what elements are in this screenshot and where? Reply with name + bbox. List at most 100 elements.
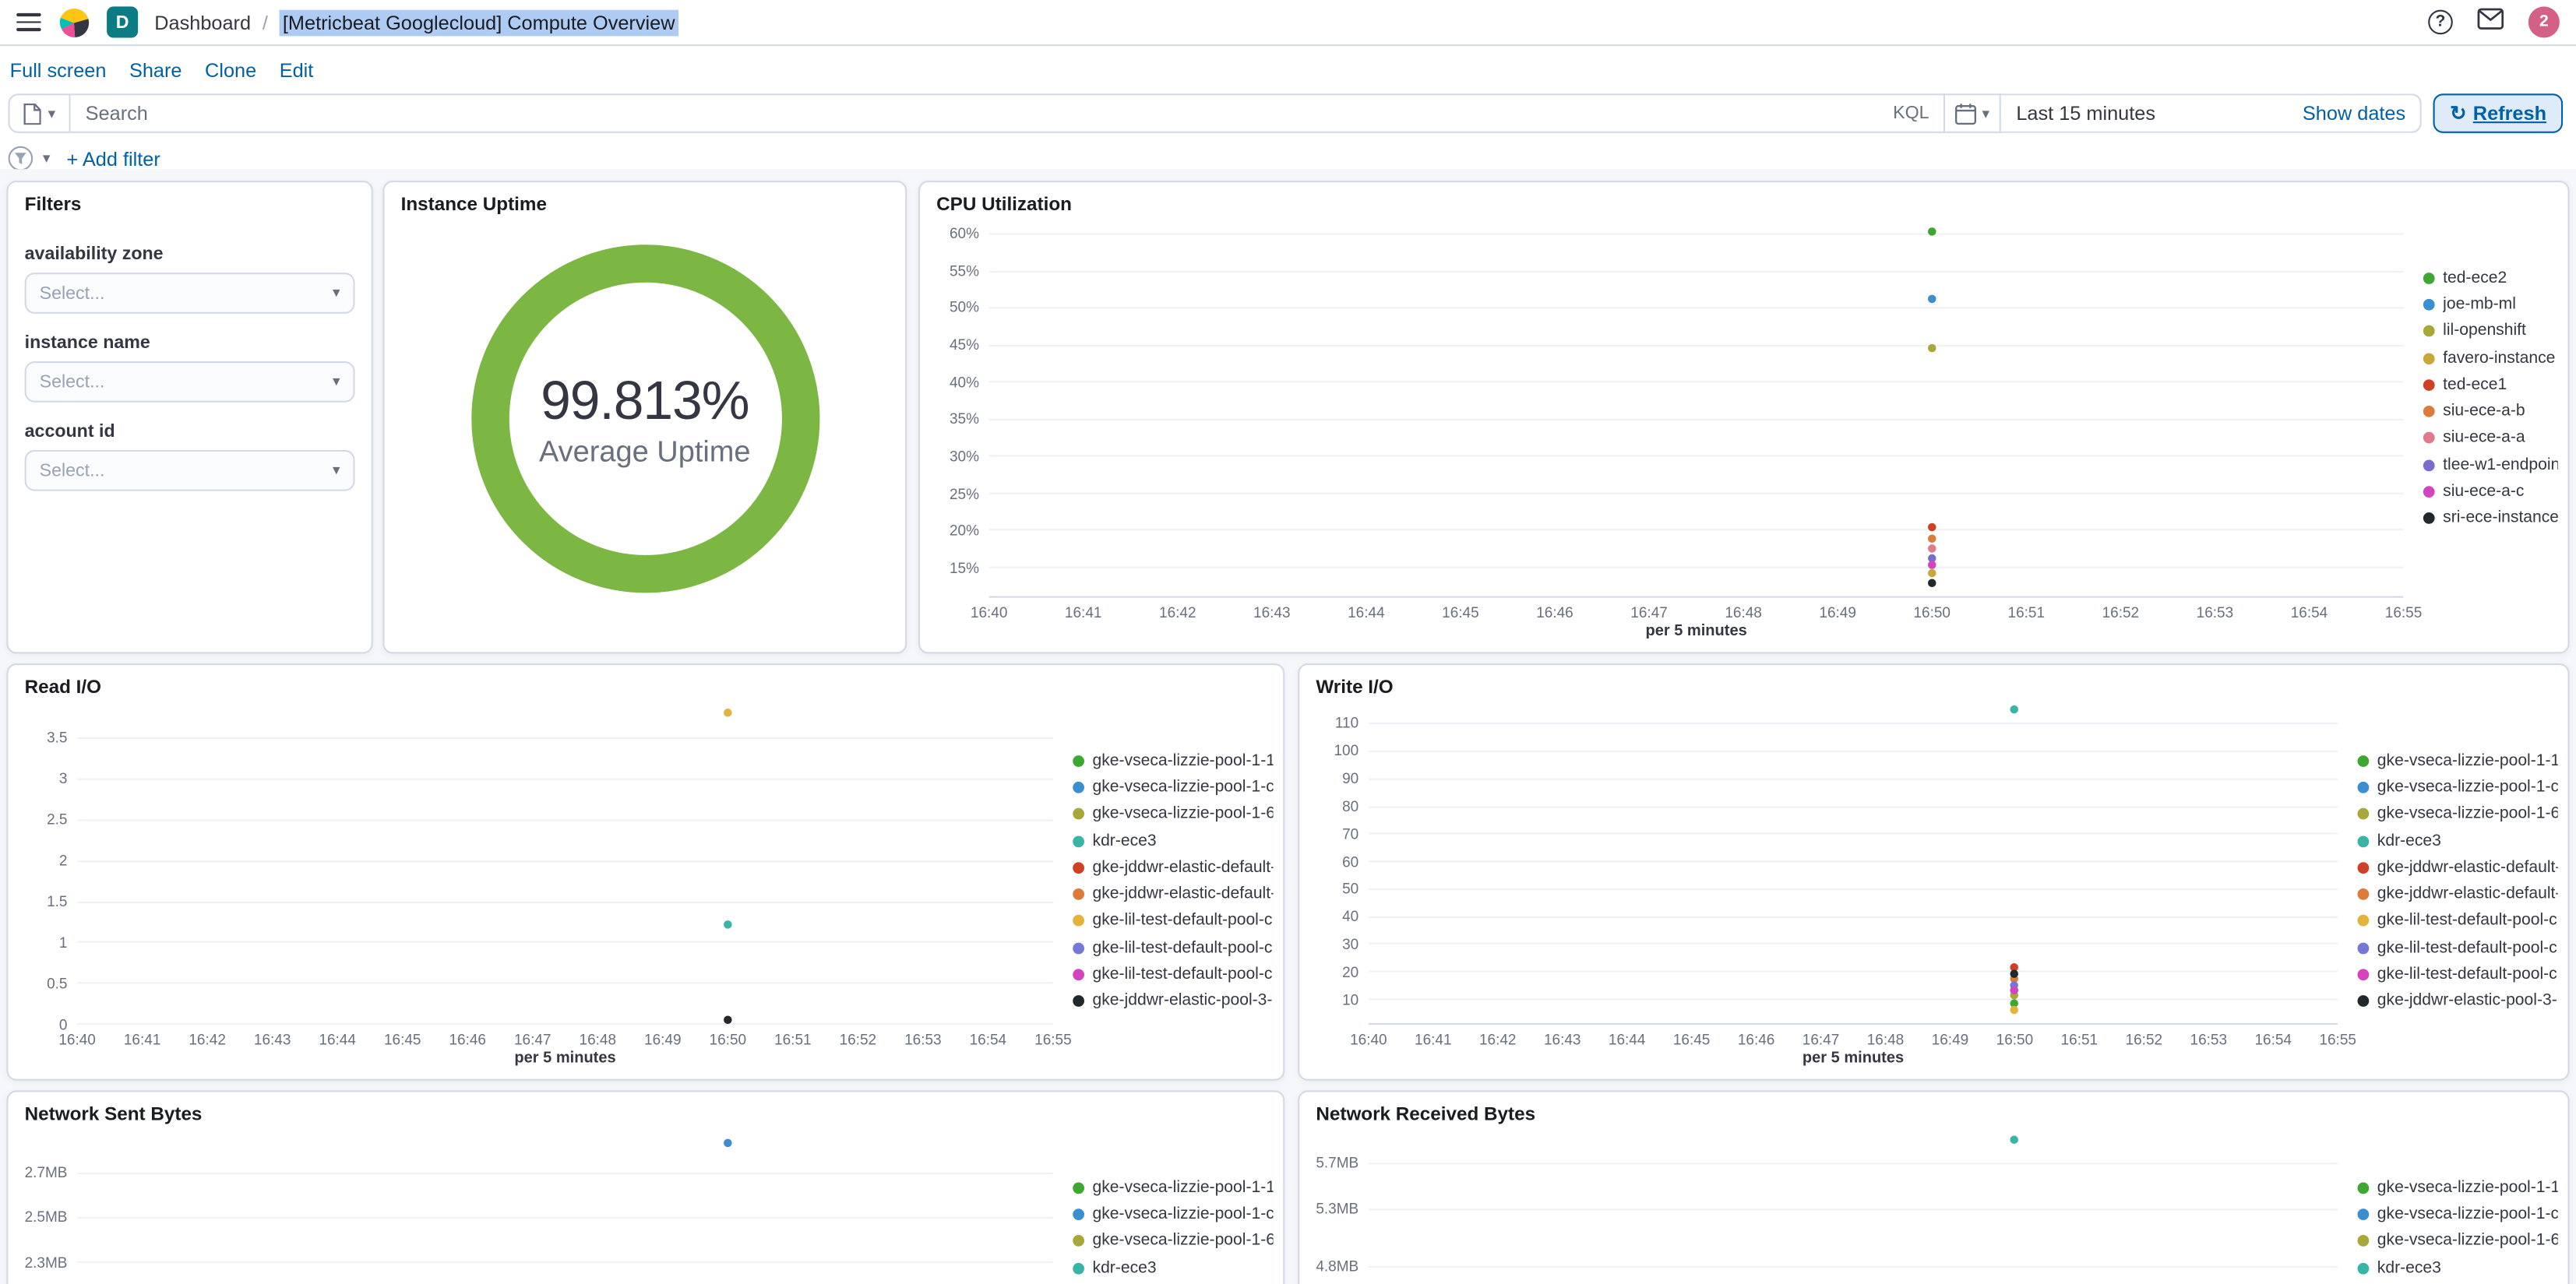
legend-item[interactable]: lil-openshift [2423, 318, 2558, 344]
legend-item[interactable]: gke-jddwr-elastic-default-po… [1073, 1281, 1273, 1284]
chart-plot-area[interactable] [1368, 1128, 2338, 1284]
gridline [988, 270, 2404, 273]
panel-cpu-utilization: CPU Utilization 60% 55% 50% 45% 40% 35% 30% 25%… [918, 180, 2570, 654]
legend-label: lil-openshift [2443, 322, 2526, 341]
menu-icon[interactable] [16, 13, 41, 31]
legend-item[interactable]: siu-ece-a-b [2423, 398, 2558, 424]
time-range-value[interactable]: Last 15 minutes [2016, 102, 2155, 125]
availability-zone-select[interactable]: Select... ▾ [24, 273, 355, 314]
legend-item[interactable]: gke-lil-test-default-pool-c1e… [2357, 908, 2558, 934]
query-language-button[interactable]: KQL [1893, 104, 1929, 123]
legend-item[interactable]: gke-vseca-lizzie-pool-1-630… [1073, 800, 1274, 827]
data-point [724, 921, 732, 930]
legend-item[interactable]: gke-vseca-lizzie-pool-1-1877… [1073, 1174, 1274, 1201]
legend-item[interactable]: gke-jddwr-elastic-pool-3-74… [1073, 988, 1274, 1015]
legend-item[interactable]: gke-lil-test-default-pool-c1e… [1073, 934, 1274, 961]
chart-plot-area[interactable] [1368, 702, 2338, 1025]
legend-item[interactable]: joe-mb-ml [2423, 291, 2558, 318]
legend-item[interactable]: gke-vseca-lizzie-pool-1-1877… [2357, 748, 2558, 774]
legend-label: gke-lil-test-default-pool-c1e… [2377, 938, 2558, 957]
edit-button[interactable]: Edit [280, 59, 314, 83]
saved-query-button[interactable]: ▾ [8, 93, 71, 133]
x-axis-tick: 16:43 [253, 1031, 291, 1048]
legend-item[interactable]: gke-jddwr-elastic-default-po… [2358, 1281, 2558, 1284]
y-axis-tick: 3 [58, 770, 68, 788]
full-screen-button[interactable]: Full screen [10, 59, 107, 83]
gridline [77, 819, 1053, 821]
legend-item[interactable]: gke-vseca-lizzie-pool-1-630… [2357, 800, 2558, 827]
y-axis-tick: 110 [1334, 715, 1359, 732]
x-axis-tick: 16:43 [1253, 604, 1291, 621]
legend-item[interactable]: kdr-ece3 [1073, 1254, 1273, 1281]
legend-item[interactable]: sri-ece-instance [2423, 505, 2558, 532]
user-avatar[interactable]: 2 [2528, 6, 2560, 38]
data-point [2010, 1135, 2019, 1144]
legend-dot [1073, 781, 1084, 793]
legend-item[interactable]: kdr-ece3 [2357, 828, 2558, 854]
space-avatar[interactable]: D [107, 6, 139, 38]
newsfeed-icon[interactable] [2477, 7, 2504, 37]
refresh-button[interactable]: ↻ Refresh [2433, 93, 2564, 133]
legend-item[interactable]: siu-ece-a-a [2423, 425, 2558, 452]
legend-item[interactable]: siu-ece-a-c [2423, 479, 2558, 505]
chart-plot-area[interactable] [77, 702, 1053, 1025]
help-icon[interactable]: ? [2428, 9, 2453, 35]
legend-label: gke-jddwr-elastic-pool-3-74… [1092, 992, 1274, 1011]
share-button[interactable]: Share [129, 59, 182, 83]
data-point [1927, 579, 1936, 587]
panel-read-io: Read I/O 3.5 3 2.5 2 1.5 1 0.5 0 16:40 16:41 16:4… [6, 663, 1285, 1081]
show-dates-button[interactable]: Show dates [2303, 102, 2405, 125]
legend-item[interactable]: gke-vseca-lizzie-pool-1-630… [1073, 1228, 1274, 1254]
legend-item[interactable]: gke-jddwr-elastic-default-po… [1073, 881, 1274, 907]
search-input[interactable] [85, 101, 1884, 125]
chart-plot-area[interactable] [77, 1128, 1053, 1284]
legend-item[interactable]: gke-vseca-lizzie-pool-1-c417… [1073, 774, 1274, 800]
legend-item[interactable]: gke-vseca-lizzie-pool-1-c417… [2357, 1201, 2558, 1227]
breadcrumb-dashboard[interactable]: Dashboard [154, 11, 251, 34]
legend-item[interactable]: ted-ece1 [2423, 371, 2558, 398]
legend-item[interactable]: gke-jddwr-elastic-default-po… [2357, 881, 2558, 907]
legend-dot [2423, 512, 2435, 525]
legend-item[interactable]: gke-vseca-lizzie-pool-1-630… [2357, 1228, 2558, 1254]
legend-dot [2357, 942, 2370, 954]
x-axis-tick: 16:42 [1478, 1031, 1517, 1048]
legend-item[interactable]: gke-lil-test-default-pool-c1e… [2357, 962, 2558, 988]
elastic-logo[interactable] [58, 5, 90, 38]
legend-item[interactable]: gke-vseca-lizzie-pool-1-1877… [1073, 748, 1274, 774]
legend-item[interactable]: gke-lil-test-default-pool-c1e… [1073, 962, 1274, 988]
legend-item[interactable]: gke-vseca-lizzie-pool-1-c417… [2357, 774, 2558, 800]
clone-button[interactable]: Clone [205, 59, 256, 83]
filter-options-icon[interactable] [8, 146, 33, 171]
legend-item[interactable]: gke-vseca-lizzie-pool-1-c417… [1073, 1201, 1274, 1227]
x-axis: 16:40 16:41 16:42 16:43 16:44 16:45 16:46 16:47… [1350, 1025, 2356, 1050]
legend-label: kdr-ece3 [1092, 832, 1157, 850]
legend-item[interactable]: gke-jddwr-elastic-pool-3-74… [2357, 988, 2558, 1015]
legend-item[interactable]: gke-lil-test-default-pool-c1e… [2357, 934, 2558, 961]
y-axis-tick: 40% [950, 374, 979, 391]
legend-item[interactable]: tlee-w1-endpoint [2423, 452, 2558, 478]
account-id-select[interactable]: Select... ▾ [24, 449, 355, 491]
data-point [1927, 560, 1936, 568]
legend-item[interactable]: gke-jddwr-elastic-default-po… [2357, 854, 2558, 881]
date-quick-select-button[interactable]: ▾ [1945, 93, 2002, 133]
chart-plot-area[interactable] [988, 219, 2404, 598]
gridline [1368, 805, 2338, 807]
add-filter-button[interactable]: + Add filter [66, 147, 160, 171]
uptime-label: Average Uptime [539, 434, 751, 468]
x-axis-tick: 16:51 [774, 1031, 812, 1048]
legend-item[interactable]: favero-instance [2423, 345, 2558, 371]
instance-name-select[interactable]: Select... ▾ [24, 361, 355, 403]
legend-item[interactable]: ted-ece2 [2423, 265, 2558, 291]
y-axis-tick: 35% [950, 410, 979, 427]
gridline [1368, 860, 2338, 863]
legend-item[interactable]: gke-lil-test-default-pool-c1e… [1073, 908, 1274, 934]
legend-item[interactable]: kdr-ece3 [2357, 1254, 2558, 1281]
legend-item[interactable]: gke-jddwr-elastic-default-po… [1073, 854, 1274, 881]
x-axis-title: per 5 minutes [1645, 622, 1747, 641]
legend-dot [2357, 781, 2370, 793]
legend-label: gke-jddwr-elastic-default-po… [1092, 885, 1274, 904]
data-point [2010, 986, 2019, 994]
legend-item[interactable]: gke-vseca-lizzie-pool-1-1877… [2357, 1174, 2558, 1201]
legend-item[interactable]: kdr-ece3 [1073, 828, 1273, 854]
y-axis-tick: 40 [1342, 909, 1359, 926]
